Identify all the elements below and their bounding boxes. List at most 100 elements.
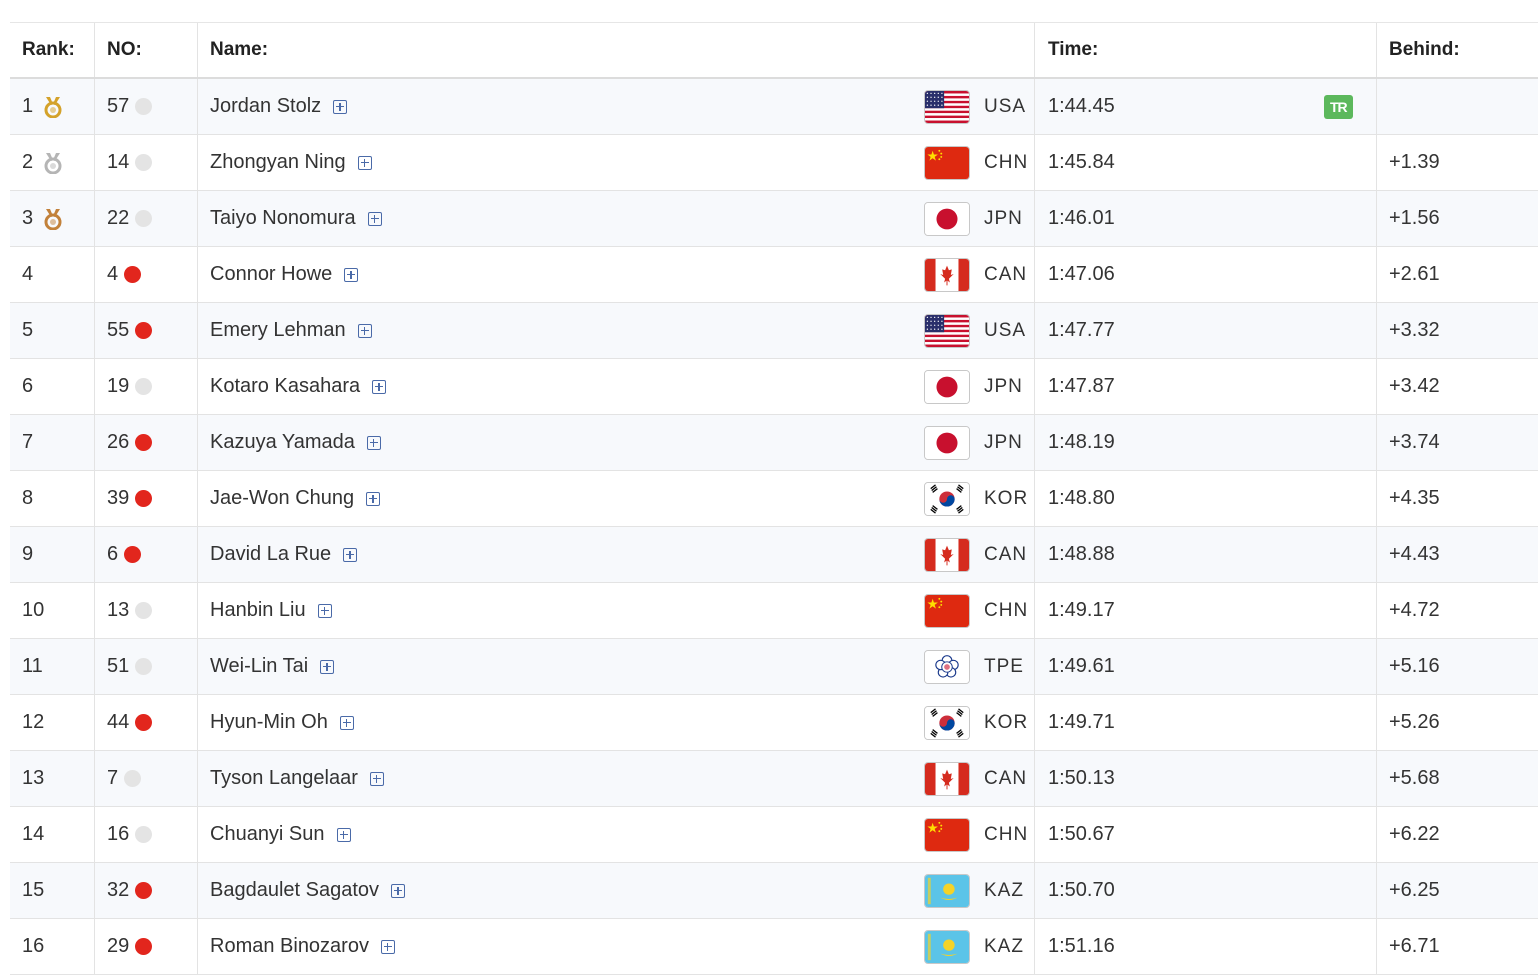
expand-plus-icon[interactable] <box>380 939 395 954</box>
time-value: 1:49.71 <box>1048 711 1115 733</box>
table-row: 14 16 Chuanyi Sun CHN 1:50.67 +6.22 <box>10 807 1538 863</box>
red-dot-icon <box>135 938 153 955</box>
no-cell: 22 <box>107 191 207 246</box>
expand-plus-icon[interactable] <box>366 491 381 506</box>
kor-flag-icon <box>924 481 970 516</box>
athlete-name[interactable]: Wei-Lin Tai <box>210 655 308 678</box>
athlete-name[interactable]: Tyson Langelaar <box>210 767 358 790</box>
expand-plus-icon[interactable] <box>339 715 354 730</box>
behind-value: +6.71 <box>1389 935 1440 957</box>
rank-value: 8 <box>22 487 34 509</box>
red-dot-icon <box>135 714 153 731</box>
no-cell: 14 <box>107 135 207 190</box>
expand-plus-icon[interactable] <box>391 883 406 898</box>
bib-number: 7 <box>107 767 119 789</box>
expand-plus-icon[interactable] <box>333 99 348 114</box>
expand-plus-icon[interactable] <box>357 155 372 170</box>
country-code: KAZ <box>984 879 1024 901</box>
name-cell: Hanbin Liu <box>210 583 910 638</box>
rank-cell: 7 <box>22 415 102 470</box>
can-flag-icon <box>924 761 970 796</box>
rank-cell: 10 <box>22 583 102 638</box>
expand-plus-icon[interactable] <box>357 323 372 338</box>
time-value: 1:44.45 <box>1048 95 1115 117</box>
athlete-name[interactable]: Zhongyan Ning <box>210 151 346 174</box>
behind-value: +6.25 <box>1389 879 1440 901</box>
athlete-name[interactable]: Hanbin Liu <box>210 599 306 622</box>
behind-value: +3.74 <box>1389 431 1440 453</box>
expand-plus-icon[interactable] <box>369 771 384 786</box>
rank-value: 7 <box>22 431 34 453</box>
athlete-name[interactable]: Taiyo Nonomura <box>210 207 356 230</box>
table-row: 11 51 Wei-Lin Tai TPE 1:49.61 +5.16 <box>10 639 1538 695</box>
time-value: 1:49.17 <box>1048 599 1115 621</box>
expand-plus-icon[interactable] <box>320 659 335 674</box>
expand-plus-icon[interactable] <box>366 435 381 450</box>
athlete-name[interactable]: Jae-Won Chung <box>210 487 354 510</box>
name-cell: Zhongyan Ning <box>210 135 910 190</box>
no-cell: 26 <box>107 415 207 470</box>
name-cell: Jordan Stolz <box>210 79 910 134</box>
flag-cell <box>924 191 974 246</box>
expand-plus-icon[interactable] <box>336 827 351 842</box>
athlete-name[interactable]: Bagdaulet Sagatov <box>210 879 379 902</box>
athlete-name[interactable]: Jordan Stolz <box>210 95 321 118</box>
name-cell: Tyson Langelaar <box>210 751 910 806</box>
time-value: 1:46.01 <box>1048 207 1115 229</box>
gold-medal-icon <box>43 96 63 118</box>
athlete-name[interactable]: Roman Binozarov <box>210 935 369 958</box>
rank-cell: 2 <box>22 135 102 190</box>
table-row: 12 44 Hyun-Min Oh KOR 1:49.71 +5.26 <box>10 695 1538 751</box>
chn-flag-icon <box>924 817 970 852</box>
no-cell: 7 <box>107 751 207 806</box>
red-dot-icon <box>135 434 153 451</box>
bib-number: 57 <box>107 95 130 117</box>
table-header-row: Rank: NO: Name: Time: Behind: <box>10 23 1538 79</box>
country-code: JPN <box>984 431 1023 453</box>
header-no: NO: <box>107 39 142 60</box>
name-cell: Chuanyi Sun <box>210 807 910 862</box>
expand-plus-icon[interactable] <box>343 547 358 562</box>
expand-plus-icon[interactable] <box>317 603 332 618</box>
athlete-name[interactable]: Chuanyi Sun <box>210 823 325 846</box>
table-row: 5 55 Emery Lehman USA 1:47.77 +3.32 <box>10 303 1538 359</box>
rank-cell: 9 <box>22 527 102 582</box>
bib-number: 13 <box>107 599 130 621</box>
rank-value: 9 <box>22 543 34 565</box>
table-row: 6 19 Kotaro Kasahara JPN 1:47.87 +3.42 <box>10 359 1538 415</box>
time-value: 1:51.16 <box>1048 935 1115 957</box>
grey-dot-icon <box>135 826 153 843</box>
rank-value: 12 <box>22 711 45 733</box>
flag-cell <box>924 79 974 134</box>
flag-cell <box>924 471 974 526</box>
name-cell: Jae-Won Chung <box>210 471 910 526</box>
behind-value: +5.16 <box>1389 655 1440 677</box>
athlete-name[interactable]: David La Rue <box>210 543 331 566</box>
bib-number: 51 <box>107 655 130 677</box>
rank-cell: 1 <box>22 79 102 134</box>
athlete-name[interactable]: Hyun-Min Oh <box>210 711 328 734</box>
athlete-name[interactable]: Connor Howe <box>210 263 332 286</box>
rank-cell: 14 <box>22 807 102 862</box>
country-code: JPN <box>984 375 1023 397</box>
table-row: 13 7 Tyson Langelaar CAN 1:50.13 +5.68 <box>10 751 1538 807</box>
athlete-name[interactable]: Emery Lehman <box>210 319 346 342</box>
athlete-name[interactable]: Kotaro Kasahara <box>210 375 360 398</box>
red-dot-icon <box>124 266 142 283</box>
behind-value: +3.32 <box>1389 319 1440 341</box>
name-cell: Taiyo Nonomura <box>210 191 910 246</box>
grey-dot-icon <box>135 602 153 619</box>
expand-plus-icon[interactable] <box>367 211 382 226</box>
bronze-medal-icon <box>43 208 63 230</box>
can-flag-icon <box>924 257 970 292</box>
table-row: 15 32 Bagdaulet Sagatov KAZ 1:50.70 +6.25 <box>10 863 1538 919</box>
expand-plus-icon[interactable] <box>372 379 387 394</box>
flag-cell <box>924 415 974 470</box>
expand-plus-icon[interactable] <box>344 267 359 282</box>
bib-number: 14 <box>107 151 130 173</box>
rank-value: 1 <box>22 95 34 117</box>
flag-cell <box>924 359 974 414</box>
no-cell: 55 <box>107 303 207 358</box>
jpn-flag-icon <box>924 425 970 460</box>
athlete-name[interactable]: Kazuya Yamada <box>210 431 355 454</box>
